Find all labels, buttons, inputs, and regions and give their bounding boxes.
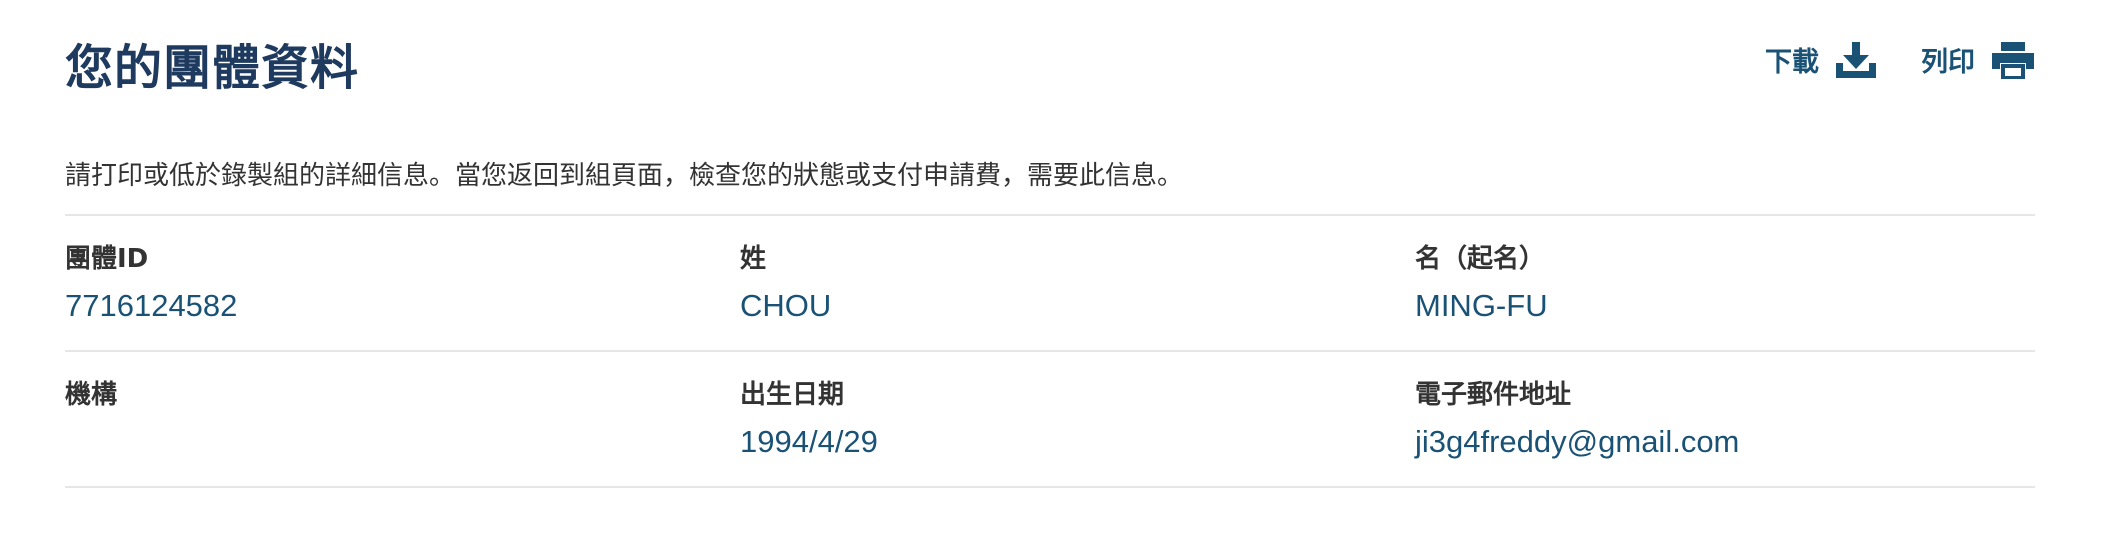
email-label: 電子郵件地址 — [1415, 380, 1572, 410]
download-label: 下載 — [1765, 47, 1819, 78]
printer-icon — [1991, 41, 2035, 79]
birth-date-field: 出生日期 1994/4/29 — [740, 374, 1415, 486]
profile-page: 您的團體資料 下載 列印 請打印或低於錄製組的詳細信息。當您返回到組頁面，檢查您… — [65, 0, 2035, 488]
first-name-value: MING-FU — [1415, 288, 1548, 323]
organization-value — [65, 424, 740, 464]
info-row: 團體ID 7716124582 姓 CHOU 名（起名） MING-FU — [65, 216, 2035, 352]
birth-date-value: 1994/4/29 — [740, 424, 878, 459]
page-header: 您的團體資料 下載 列印 — [65, 0, 2035, 120]
header-actions: 下載 列印 — [1765, 40, 2035, 79]
print-label: 列印 — [1921, 47, 1975, 78]
group-id-label: 團體ID — [65, 244, 149, 274]
download-icon — [1835, 41, 1877, 79]
email-field: 電子郵件地址 ji3g4freddy@gmail.com — [1415, 374, 2035, 486]
organization-label: 機構 — [65, 380, 118, 410]
birth-date-label: 出生日期 — [740, 380, 845, 410]
first-name-label: 名（起名） — [1415, 244, 1546, 274]
info-row: 機構 出生日期 1994/4/29 電子郵件地址 ji3g4freddy@gma… — [65, 352, 2035, 488]
intro-text: 請打印或低於錄製組的詳細信息。當您返回到組頁面，檢查您的狀態或支付申請費，需要此… — [65, 155, 2035, 216]
last-name-field: 姓 CHOU — [740, 238, 1415, 350]
first-name-field: 名（起名） MING-FU — [1415, 238, 2035, 350]
email-value: ji3g4freddy@gmail.com — [1415, 424, 1740, 459]
download-button[interactable]: 下載 — [1765, 40, 1877, 79]
print-button[interactable]: 列印 — [1921, 40, 2035, 79]
last-name-label: 姓 — [740, 244, 767, 274]
page-title: 您的團體資料 — [65, 40, 360, 96]
organization-field: 機構 — [65, 374, 740, 486]
last-name-value: CHOU — [740, 288, 832, 323]
group-id-field: 團體ID 7716124582 — [65, 238, 740, 350]
group-id-value: 7716124582 — [65, 288, 238, 323]
